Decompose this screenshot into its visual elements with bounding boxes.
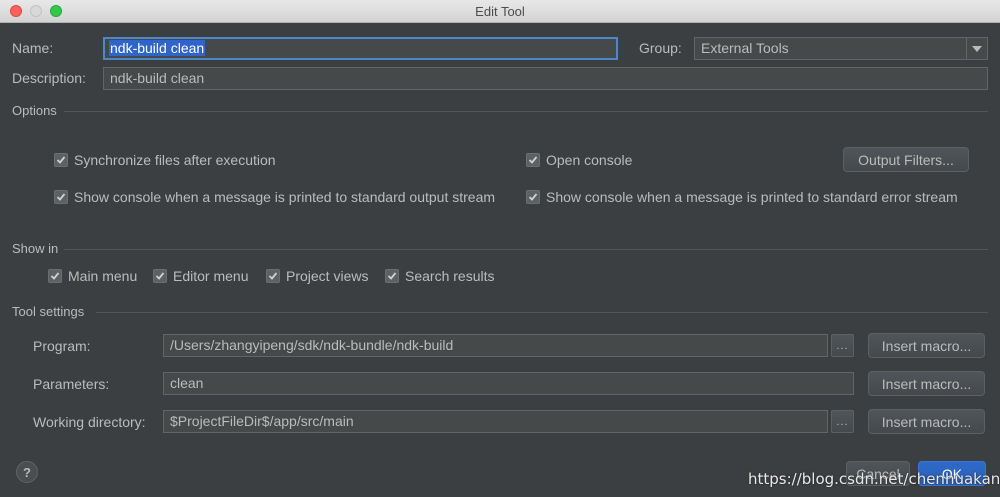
console-stdout-checkbox[interactable]: Show console when a message is printed t… xyxy=(54,189,495,205)
group-combobox[interactable]: External Tools xyxy=(694,37,988,60)
synchronize-files-label: Synchronize files after execution xyxy=(74,152,276,168)
checkmark-icon xyxy=(526,153,540,167)
program-input[interactable]: /Users/zhangyipeng/sdk/ndk-bundle/ndk-bu… xyxy=(163,334,828,357)
show-in-project-views-label: Project views xyxy=(286,268,369,284)
checkmark-icon xyxy=(266,269,280,283)
program-label: Program: xyxy=(33,338,91,354)
watermark-text: https://blog.csdn.net/chenhuakang xyxy=(748,470,1000,488)
show-in-editor-menu-checkbox[interactable]: Editor menu xyxy=(153,268,248,284)
options-divider xyxy=(64,111,988,112)
checkmark-icon xyxy=(54,153,68,167)
program-input-value: /Users/zhangyipeng/sdk/ndk-bundle/ndk-bu… xyxy=(170,337,454,353)
name-input[interactable]: ndk-build clean xyxy=(103,37,618,60)
open-console-label: Open console xyxy=(546,152,633,168)
help-icon[interactable]: ? xyxy=(16,461,38,483)
show-in-main-menu-checkbox[interactable]: Main menu xyxy=(48,268,137,284)
options-section-title: Options xyxy=(12,103,57,118)
parameters-input-value: clean xyxy=(170,375,204,391)
checkmark-icon xyxy=(385,269,399,283)
checkmark-icon xyxy=(526,190,540,204)
show-in-section-title: Show in xyxy=(12,241,59,256)
tool-settings-section-header: Tool settings xyxy=(12,304,988,322)
title-bar: Edit Tool xyxy=(0,0,1000,23)
name-input-value: ndk-build clean xyxy=(109,40,206,56)
working-directory-insert-macro-button[interactable]: Insert macro... xyxy=(868,409,985,434)
name-label: Name: xyxy=(12,40,54,56)
parameters-insert-macro-button[interactable]: Insert macro... xyxy=(868,371,985,396)
window-title: Edit Tool xyxy=(475,4,525,19)
working-directory-input[interactable]: $ProjectFileDir$/app/src/main xyxy=(163,410,828,433)
show-in-main-menu-label: Main menu xyxy=(68,268,138,284)
checkmark-icon xyxy=(48,269,62,283)
group-label: Group: xyxy=(639,40,682,56)
show-in-section-header: Show in xyxy=(12,241,988,259)
open-console-checkbox[interactable]: Open console xyxy=(526,152,632,168)
show-in-search-results-checkbox[interactable]: Search results xyxy=(385,268,494,284)
show-in-search-results-label: Search results xyxy=(405,268,495,284)
show-in-project-views-checkbox[interactable]: Project views xyxy=(266,268,368,284)
program-insert-macro-button[interactable]: Insert macro... xyxy=(868,333,985,358)
checkmark-icon xyxy=(54,190,68,204)
show-in-divider xyxy=(64,249,988,250)
description-label: Description: xyxy=(12,70,86,86)
tool-settings-divider xyxy=(96,312,988,313)
parameters-label: Parameters: xyxy=(33,376,110,392)
working-directory-browse-button[interactable]: ... xyxy=(831,410,854,433)
description-input-value: ndk-build clean xyxy=(110,70,205,86)
checkmark-icon xyxy=(153,269,167,283)
group-combobox-value: External Tools xyxy=(701,40,789,56)
working-directory-input-value: $ProjectFileDir$/app/src/main xyxy=(170,413,354,429)
console-stderr-checkbox[interactable]: Show console when a message is printed t… xyxy=(526,189,958,205)
program-browse-button[interactable]: ... xyxy=(831,334,854,357)
output-filters-button[interactable]: Output Filters... xyxy=(843,147,969,172)
options-section-header: Options xyxy=(12,103,988,121)
synchronize-files-checkbox[interactable]: Synchronize files after execution xyxy=(54,152,276,168)
tool-settings-section-title: Tool settings xyxy=(12,304,85,319)
chevron-down-icon[interactable] xyxy=(966,38,987,59)
console-stdout-label: Show console when a message is printed t… xyxy=(74,189,496,205)
parameters-input[interactable]: clean xyxy=(163,372,854,395)
working-directory-label: Working directory: xyxy=(33,414,146,430)
console-stderr-label: Show console when a message is printed t… xyxy=(546,189,958,205)
show-in-editor-menu-label: Editor menu xyxy=(173,268,249,284)
description-input[interactable]: ndk-build clean xyxy=(103,67,988,90)
